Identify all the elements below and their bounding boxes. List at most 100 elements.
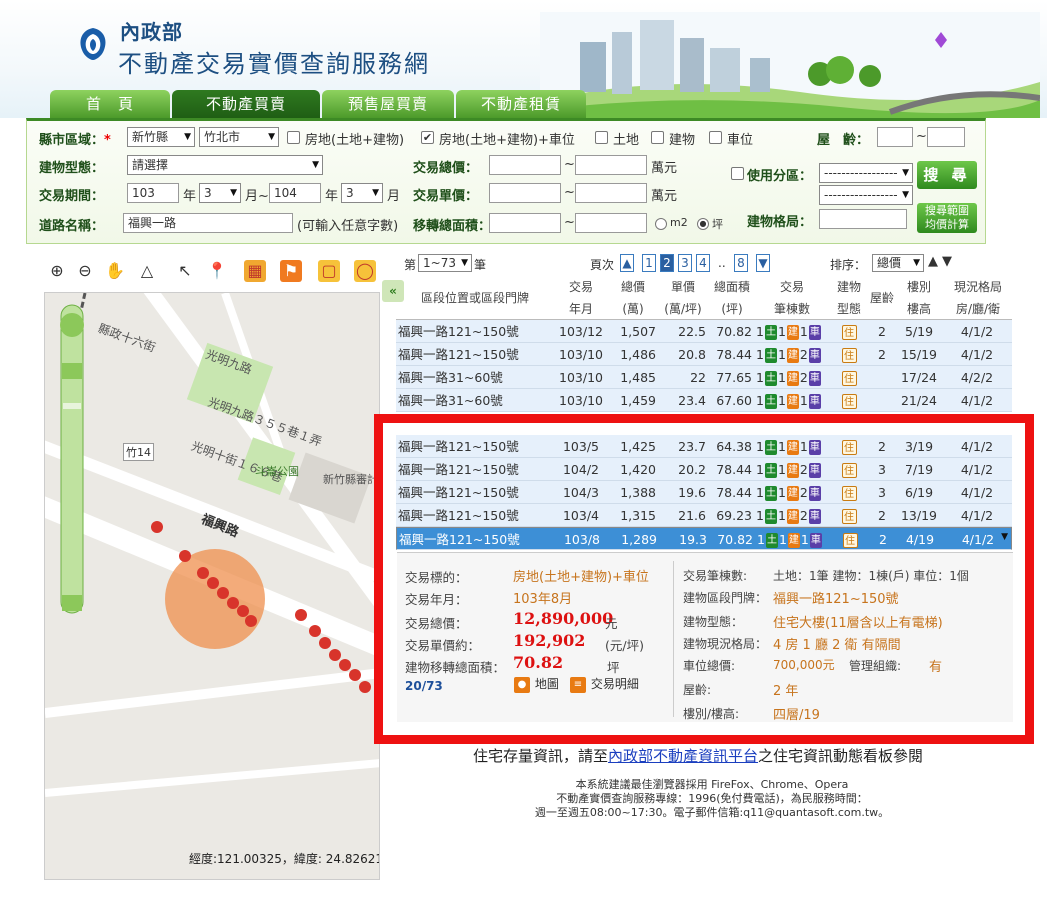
zoom-out-icon[interactable]: ⊖ [74, 260, 96, 282]
prev-page-icon[interactable]: ▲ [620, 254, 634, 272]
badge-bldg-icon: 建 [786, 394, 799, 409]
zoom-in-icon[interactable]: ⊕ [46, 260, 68, 282]
cell-ym: 103/10 [559, 393, 603, 408]
car-checkbox[interactable] [709, 131, 722, 144]
measure-icon[interactable]: △ [136, 260, 158, 282]
cell-total: 1,459 [620, 393, 656, 408]
tab-presale[interactable]: 預售屋買賣 [322, 90, 454, 118]
circle-select-icon[interactable]: ◯ [354, 260, 376, 282]
col-addr[interactable]: 區段位置或區段門牌 [396, 287, 554, 309]
land-checkbox[interactable] [595, 131, 608, 144]
grid-icon[interactable]: ▦ [244, 260, 266, 282]
site-title: 不動產交易實價查詢服務網 [118, 50, 430, 78]
layout-input[interactable] [819, 209, 907, 229]
col-unit[interactable]: 單價 (萬/坪) [658, 276, 708, 320]
highlight-box [374, 414, 1034, 744]
zone-sub-select[interactable]: ----------------- [819, 185, 913, 205]
table-row[interactable]: 福興一路121~150號 103/12 1,507 22.5 70.82 1 土 1 建 1 車住 2… [396, 320, 1012, 343]
badge-land-icon: 土 [764, 348, 777, 363]
page-1[interactable]: 1 [642, 254, 656, 272]
count-range-select[interactable]: 1~73 [418, 254, 472, 272]
page-3[interactable]: 3 [678, 254, 692, 272]
road-input[interactable]: 福興一路 [123, 213, 293, 233]
cell-unit: 20.8 [678, 347, 706, 362]
m2-radio[interactable] [655, 218, 667, 230]
pan-hand-icon[interactable]: ✋ [104, 260, 126, 282]
sort-label: 排序： [830, 258, 867, 272]
tab-rental[interactable]: 不動產租賃 [456, 90, 586, 118]
cell-count: 1土1建1車 [756, 320, 828, 343]
age-max-input[interactable] [927, 127, 965, 147]
map-panel[interactable]: 縣政十六街 光明九路 光明九路３５５巷１弄 光明十街１６６巷 竹14 斗崙公園 … [44, 292, 380, 880]
zone-select[interactable]: ----------------- [819, 163, 913, 183]
badge-car-icon: 車 [808, 325, 821, 340]
house-checkbox[interactable] [287, 131, 300, 144]
town-select[interactable]: 竹北市 [199, 127, 279, 147]
unit-max-input[interactable] [575, 183, 647, 203]
select-arrow-icon[interactable]: ↖ [174, 260, 196, 282]
cell-btype: 住 [828, 389, 870, 412]
cell-age: 2 [878, 347, 886, 362]
badge-land-icon: 土 [764, 371, 777, 386]
page-4[interactable]: 4 [696, 254, 710, 272]
map-marker-icon[interactable]: ⚑ [280, 260, 302, 282]
col-total[interactable]: 總價 (萬) [608, 276, 658, 320]
total-min-input[interactable] [489, 155, 561, 175]
cell-floor: 15/19 [900, 347, 938, 362]
col-ym[interactable]: 交易 年月 [554, 276, 608, 320]
badge-car-icon: 車 [808, 371, 821, 386]
col-floor[interactable]: 樓別 樓高 [894, 276, 944, 320]
badge-car-icon: 車 [808, 394, 821, 409]
locate-pin-icon[interactable]: 📍 [206, 260, 228, 282]
layout-label: 建物格局： [747, 215, 813, 230]
map-label-road14: 竹14 [123, 443, 154, 461]
tab-property-sale[interactable]: 不動產買賣 [172, 90, 320, 118]
col-age[interactable]: 屋齡 [870, 287, 894, 309]
unit-min-input[interactable] [489, 183, 561, 203]
box-select-icon[interactable]: ▢ [318, 260, 340, 282]
road-label: 道路名稱： [39, 219, 105, 234]
cell-count: 1土1建2車 [756, 366, 828, 389]
stock-notice: 住宅存量資訊，請至內政部不動產資訊平台之住宅資訊動態看板參閱 [473, 747, 924, 765]
sort-desc-icon[interactable]: ▼ [942, 254, 952, 269]
range-average-button[interactable]: 搜尋範圍 均價計算 [917, 203, 977, 233]
next-page-icon[interactable]: ▼ [756, 254, 770, 272]
cell-unit: 22.5 [678, 324, 706, 339]
count-number: 1 [799, 324, 808, 339]
col-area[interactable]: 總面積 (坪) [708, 276, 756, 320]
cell-total: 1,485 [620, 370, 656, 385]
county-select[interactable]: 新竹縣 [127, 127, 195, 147]
table-row[interactable]: 福興一路31~60號 103/10 1,485 22 77.65 1 土 1 建 2 車住 17/24… [396, 366, 1012, 389]
tab-home[interactable]: 首 頁 [50, 90, 170, 118]
zone-checkbox[interactable] [731, 167, 744, 180]
badge-bldg-icon: 建 [786, 325, 799, 340]
end-year-input[interactable]: 104 [269, 183, 321, 203]
end-month-select[interactable]: 3 [341, 183, 383, 203]
search-button[interactable]: 搜 尋 [917, 161, 977, 189]
page-2[interactable]: 2 [660, 254, 674, 272]
car-option-label: 車位 [727, 133, 754, 148]
table-row[interactable]: 福興一路121~150號 103/10 1,486 20.8 78.44 1 土 1 建 2 車住 2… [396, 343, 1012, 366]
house-car-checkbox[interactable]: ✔ [421, 131, 434, 144]
start-month-select[interactable]: 3 [199, 183, 241, 203]
badge-bldg-icon: 建 [786, 348, 799, 363]
table-row[interactable]: 福興一路31~60號 103/10 1,459 23.4 67.60 1 土 1 建 1 車住 21/… [396, 389, 1012, 412]
building-type-select[interactable]: 請選擇 [127, 155, 323, 175]
sort-asc-icon[interactable]: ▲ [928, 254, 938, 269]
count-number: 1 [777, 393, 786, 408]
cell-ym: 103/10 [559, 347, 603, 362]
start-year-input[interactable]: 103 [127, 183, 179, 203]
ping-radio[interactable]: ● [697, 218, 709, 230]
start-year-unit: 年 [183, 189, 197, 204]
start-month-unit: 月~ [245, 189, 269, 204]
page-last[interactable]: 8 [734, 254, 748, 272]
cell-addr: 福興一路31~60號 [398, 393, 503, 408]
age-min-input[interactable] [877, 127, 913, 147]
area-min-input[interactable] [489, 213, 561, 233]
count-number: 1 [777, 347, 786, 362]
area-max-input[interactable] [575, 213, 647, 233]
sort-select[interactable]: 總價 [872, 254, 924, 272]
building-checkbox[interactable] [651, 131, 664, 144]
info-platform-link[interactable]: 內政部不動產資訊平台 [608, 747, 758, 765]
total-max-input[interactable] [575, 155, 647, 175]
